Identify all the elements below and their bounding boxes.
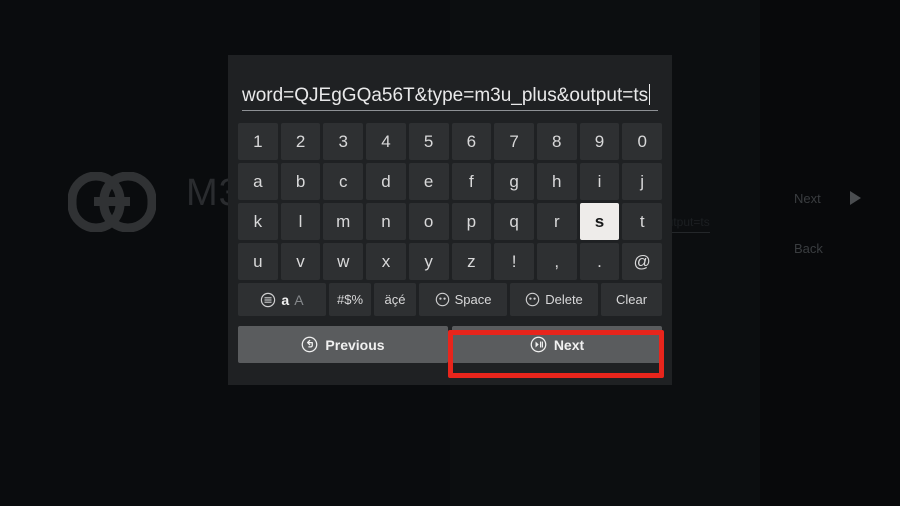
key-d[interactable]: d [366, 163, 406, 200]
key-@[interactable]: @ [622, 243, 663, 280]
accents-key[interactable]: äçé [374, 283, 416, 316]
background-next-label[interactable]: Next [794, 191, 821, 206]
circle-play-pause-icon [530, 336, 547, 353]
key-g[interactable]: g [494, 163, 534, 200]
circle-two-dot-icon [435, 292, 450, 307]
key-1[interactable]: 1 [238, 123, 278, 160]
key-r[interactable]: r [536, 203, 577, 240]
key-b[interactable]: b [280, 163, 321, 200]
background-back-label[interactable]: Back [794, 241, 823, 256]
key-c[interactable]: c [323, 163, 364, 200]
keyboard-keys: 1 2 3 4 5 6 7 8 9 0 a b c d e f g h i j k l m n o p q r s t u v w x y z!,. @ [238, 123, 663, 280]
key-,[interactable]: , [536, 243, 577, 280]
key-l[interactable]: l [280, 203, 321, 240]
delete-key[interactable]: Delete [510, 283, 598, 316]
link-chain-icon [67, 171, 157, 233]
play-arrow-icon [850, 191, 861, 205]
delete-key-label: Delete [545, 292, 583, 307]
key-.[interactable]: . [579, 243, 620, 280]
circle-back-arrow-icon [301, 336, 318, 353]
space-key-label: Space [454, 292, 492, 307]
circle-menu-icon [260, 292, 276, 308]
keyboard-row: klmnopqrst [238, 203, 663, 240]
keyboard-function-row: aA #$% äçé Space Delete Clear [238, 283, 662, 316]
space-key[interactable]: Space [419, 283, 507, 316]
key-y[interactable]: y [408, 243, 449, 280]
key-i[interactable]: i [579, 163, 620, 200]
background-panel-right [760, 0, 900, 506]
key-u[interactable]: u [238, 243, 278, 280]
key-z[interactable]: z [451, 243, 492, 280]
keyboard-row: u v w x y z!,. @ [238, 243, 663, 280]
key-q[interactable]: q [494, 203, 534, 240]
keyboard-input-value: word=QJEgGQa56T&type=m3u_plus&output=ts [242, 85, 649, 106]
symbols-key[interactable]: #$% [329, 283, 371, 316]
circle-two-dot-icon [525, 292, 540, 307]
key-6[interactable]: 6 [451, 123, 492, 160]
key-j[interactable]: j [622, 163, 663, 200]
key-3[interactable]: 3 [323, 123, 364, 160]
previous-button[interactable]: Previous [238, 326, 448, 363]
next-button[interactable]: Next [452, 326, 662, 363]
key-8[interactable]: 8 [536, 123, 577, 160]
keyboard-row: abcdefghij [238, 163, 663, 200]
key-x[interactable]: x [366, 243, 406, 280]
previous-button-label: Previous [325, 336, 385, 353]
case-toggle-key[interactable]: aA [238, 283, 326, 316]
keyboard-text-input[interactable]: word=QJEgGQa56T&type=m3u_plus&output=ts [242, 83, 658, 111]
text-caret [649, 84, 651, 105]
key-s[interactable]: s [579, 203, 620, 240]
onscreen-keyboard-dialog: word=QJEgGQa56T&type=m3u_plus&output=ts … [228, 55, 672, 385]
case-upper-label: A [294, 291, 304, 308]
key-e[interactable]: e [408, 163, 449, 200]
key-k[interactable]: k [238, 203, 278, 240]
key-p[interactable]: p [451, 203, 492, 240]
key-n[interactable]: n [366, 203, 406, 240]
case-lower-label: a [281, 291, 290, 308]
key-a[interactable]: a [238, 163, 278, 200]
next-button-label: Next [553, 336, 585, 353]
key-v[interactable]: v [280, 243, 321, 280]
screen-root: M3U output=ts Next Back word=QJEgGQa56T&… [0, 0, 900, 506]
key-f[interactable]: f [451, 163, 492, 200]
key-t[interactable]: t [622, 203, 663, 240]
key-5[interactable]: 5 [408, 123, 449, 160]
key-o[interactable]: o [408, 203, 449, 240]
key-2[interactable]: 2 [280, 123, 321, 160]
key-w[interactable]: w [323, 243, 364, 280]
key-m[interactable]: m [323, 203, 364, 240]
keyboard-nav-row: Previous Next [238, 326, 662, 363]
key-h[interactable]: h [536, 163, 577, 200]
keyboard-row: 1234567890 [238, 123, 663, 160]
clear-key[interactable]: Clear [601, 283, 662, 316]
key-0[interactable]: 0 [622, 123, 663, 160]
key-![interactable]: ! [494, 243, 534, 280]
key-9[interactable]: 9 [579, 123, 620, 160]
key-7[interactable]: 7 [494, 123, 534, 160]
key-4[interactable]: 4 [366, 123, 406, 160]
